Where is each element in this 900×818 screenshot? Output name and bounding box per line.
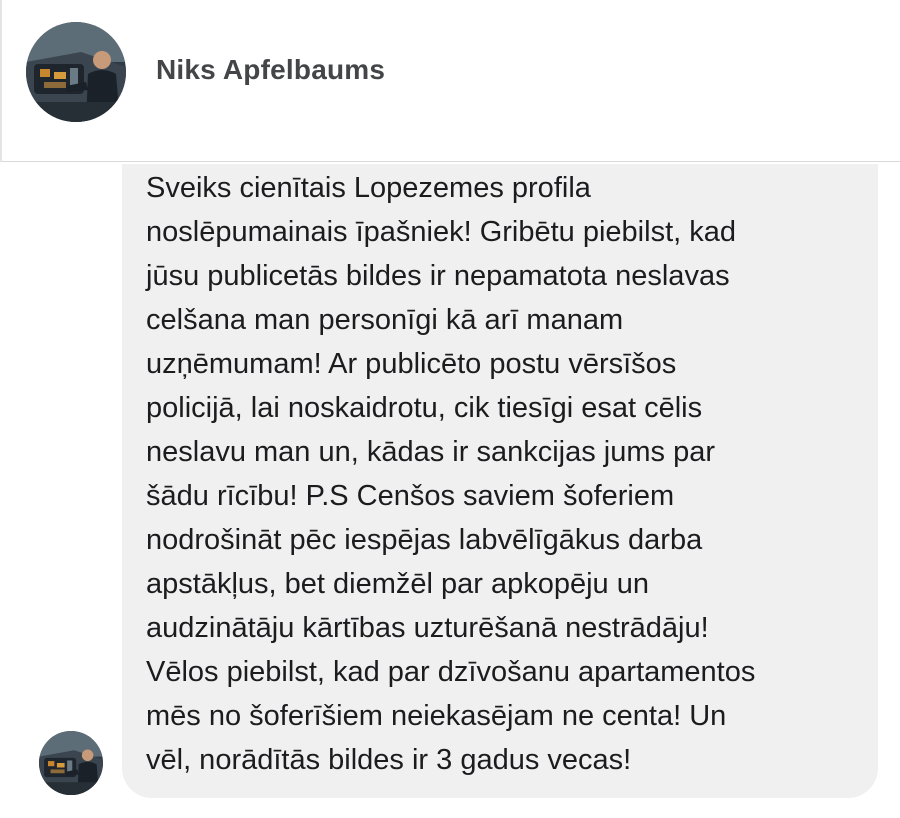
message-line: audzinātāju kārtības uzturēšanā nestrādā… [146,612,709,644]
message-line: policijā, lai noskaidrotu, cik tiesīgi e… [146,392,703,424]
sender-avatar[interactable] [26,22,126,122]
profile-photo-icon [39,731,103,795]
chat-header: Niks Apfelbaums [0,0,900,162]
sender-name[interactable]: Niks Apfelbaums [156,54,385,86]
message-line: vēl, norādītās bildes ir 3 gadus vecas! [146,744,632,776]
message-line: noslēpumainais īpašniek! Gribētu piebils… [146,216,736,248]
message-line: jūsu publicetās bildes ir nepamatota nes… [146,260,730,292]
message-line: neslavu man un, kādas ir sankcijas jums … [146,436,715,468]
message-line: Sveiks cienītais Lopezemes profila [146,172,591,204]
message-sender-avatar[interactable] [39,731,103,795]
message-line: celšana man personīgi kā arī manam [146,304,624,336]
message-line: šādu rīcību! P.S Cenšos saviem šoferiem [146,480,675,512]
message-text: Sveiks cienītais Lopezemes profila noslē… [146,166,866,782]
message-line: Vēlos piebilst, kad par dzīvošanu aparta… [146,656,756,688]
profile-photo-icon [26,22,126,122]
messenger-chat-view: Niks Apfelbaums Sveiks cienītais Lopezem… [0,0,900,818]
panel-edge [0,0,2,162]
message-line: nodrošināt pēc iespējas labvēlīgākus dar… [146,524,703,556]
message-line: apstākļus, bet diemžēl par apkopēju un [146,568,649,600]
message-line: mēs no šoferīšiem neiekasējam ne centa! … [146,700,727,732]
message-line: uzņēmumam! Ar publicēto postu vērsīšos [146,348,677,380]
